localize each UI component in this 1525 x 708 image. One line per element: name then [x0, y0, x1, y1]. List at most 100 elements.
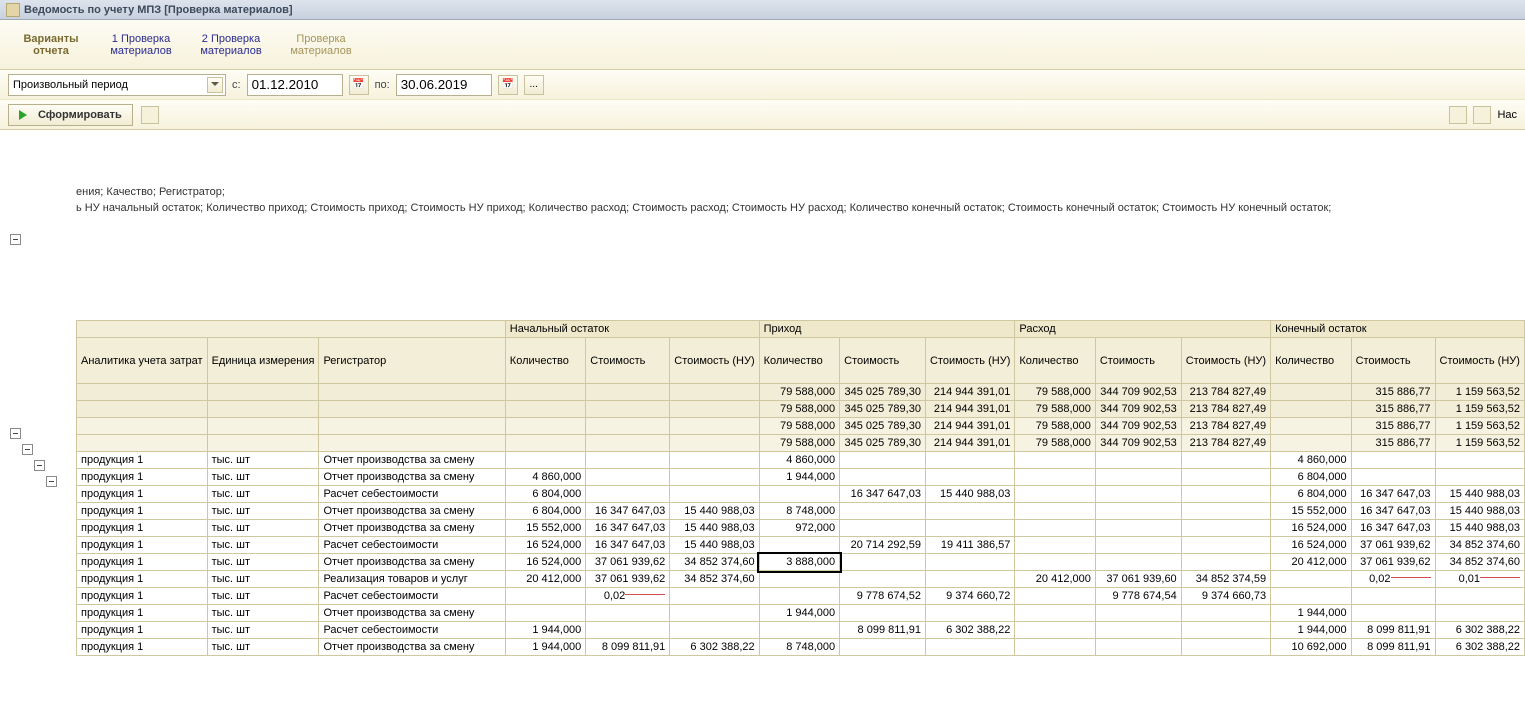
cell[interactable]: 20 412,000	[1271, 554, 1352, 571]
cell[interactable]: 37 061 939,60	[1095, 571, 1181, 588]
cell[interactable]: 79 588,000	[1015, 401, 1096, 418]
calendar-to-button[interactable]: 📅	[498, 75, 518, 95]
cell[interactable]: 16 347 647,03	[586, 537, 670, 554]
tree-collapse-4[interactable]	[34, 460, 45, 471]
cell[interactable]	[1181, 486, 1270, 503]
cell[interactable]: 79 588,000	[759, 384, 840, 401]
cell[interactable]: 8 748,000	[759, 503, 840, 520]
cell[interactable]	[586, 384, 670, 401]
cell[interactable]: 6 804,000	[1271, 469, 1352, 486]
cell[interactable]	[1435, 469, 1524, 486]
cell[interactable]	[759, 537, 840, 554]
cell[interactable]	[840, 639, 926, 656]
cell[interactable]	[670, 622, 759, 639]
cell[interactable]	[759, 622, 840, 639]
cell[interactable]	[1271, 435, 1352, 452]
cell[interactable]	[1015, 452, 1096, 469]
cell[interactable]: 214 944 391,01	[925, 384, 1014, 401]
cell[interactable]	[1435, 452, 1524, 469]
cell[interactable]: 6 804,000	[505, 486, 586, 503]
cell[interactable]: 15 440 988,03	[925, 486, 1014, 503]
cell[interactable]: 0,02	[1351, 571, 1435, 588]
toolbar-icon-1[interactable]	[1449, 106, 1467, 124]
table-row[interactable]: продукция 1тыс. штРеализация товаров и у…	[77, 571, 1525, 588]
cell[interactable]	[207, 384, 319, 401]
cell[interactable]: 1 159 563,52	[1435, 384, 1524, 401]
cell[interactable]: 315 886,77	[1351, 401, 1435, 418]
cell[interactable]: продукция 1	[77, 537, 208, 554]
cell[interactable]: 37 061 939,62	[586, 554, 670, 571]
tab-check-1[interactable]: 1 Проверка материалов	[96, 20, 186, 69]
cell[interactable]: 20 412,000	[1015, 571, 1096, 588]
cell[interactable]	[1095, 452, 1181, 469]
cell[interactable]: 345 025 789,30	[840, 418, 926, 435]
cell[interactable]: тыс. шт	[207, 452, 319, 469]
cell[interactable]	[586, 486, 670, 503]
cell[interactable]: продукция 1	[77, 622, 208, 639]
cell[interactable]	[1271, 418, 1352, 435]
cell[interactable]: 15 552,000	[505, 520, 586, 537]
cell[interactable]: 1 159 563,52	[1435, 401, 1524, 418]
cell[interactable]	[1181, 554, 1270, 571]
cell[interactable]: продукция 1	[77, 452, 208, 469]
cell[interactable]: 214 944 391,01	[925, 435, 1014, 452]
total-row[interactable]: 79 588,000345 025 789,30214 944 391,0179…	[77, 401, 1525, 418]
tab-check-2[interactable]: 2 Проверка материалов	[186, 20, 276, 69]
cell[interactable]: 15 440 988,03	[670, 503, 759, 520]
cell[interactable]	[1095, 605, 1181, 622]
cell[interactable]	[505, 605, 586, 622]
cell[interactable]	[1095, 537, 1181, 554]
cell[interactable]: 1 159 563,52	[1435, 418, 1524, 435]
date-to-input[interactable]	[396, 74, 492, 96]
cell[interactable]: 6 804,000	[1271, 486, 1352, 503]
cell[interactable]: тыс. шт	[207, 486, 319, 503]
cell[interactable]	[1095, 503, 1181, 520]
cell[interactable]	[319, 418, 505, 435]
cell[interactable]: 213 784 827,49	[1181, 384, 1270, 401]
cell[interactable]: 1 944,000	[505, 622, 586, 639]
cell[interactable]	[1095, 622, 1181, 639]
cell[interactable]: 16 347 647,03	[586, 503, 670, 520]
table-row[interactable]: продукция 1тыс. штОтчет производства за …	[77, 554, 1525, 571]
cell[interactable]	[505, 435, 586, 452]
cell[interactable]: 1 159 563,52	[1435, 435, 1524, 452]
cell[interactable]	[207, 401, 319, 418]
cell[interactable]: 79 588,000	[759, 435, 840, 452]
table-row[interactable]: продукция 1тыс. штОтчет производства за …	[77, 503, 1525, 520]
toolbar-icon-2[interactable]	[1473, 106, 1491, 124]
cell[interactable]	[670, 588, 759, 605]
tree-collapse-1[interactable]	[10, 234, 21, 245]
cell[interactable]: 15 440 988,03	[1435, 503, 1524, 520]
cell[interactable]: 344 709 902,53	[1095, 418, 1181, 435]
cell[interactable]	[319, 384, 505, 401]
cell[interactable]	[670, 452, 759, 469]
cell[interactable]: 34 852 374,60	[670, 554, 759, 571]
cell[interactable]: продукция 1	[77, 469, 208, 486]
calendar-from-button[interactable]: 📅	[349, 75, 369, 95]
cell[interactable]: 37 061 939,62	[1351, 537, 1435, 554]
cell[interactable]: продукция 1	[77, 554, 208, 571]
cell[interactable]	[670, 435, 759, 452]
cell[interactable]: 16 347 647,03	[840, 486, 926, 503]
cell[interactable]	[207, 435, 319, 452]
cell[interactable]	[759, 588, 840, 605]
cell[interactable]	[1181, 622, 1270, 639]
cell[interactable]: тыс. шт	[207, 588, 319, 605]
cell[interactable]: 79 588,000	[1015, 435, 1096, 452]
cell[interactable]	[77, 401, 208, 418]
period-type-combo[interactable]: Произвольный период	[8, 74, 226, 96]
cell[interactable]: Отчет производства за смену	[319, 520, 505, 537]
cell[interactable]: тыс. шт	[207, 554, 319, 571]
cell[interactable]	[925, 520, 1014, 537]
cell[interactable]	[840, 520, 926, 537]
cell[interactable]: 344 709 902,53	[1095, 435, 1181, 452]
table-row[interactable]: продукция 1тыс. штРасчет себестоимости0,…	[77, 588, 1525, 605]
cell[interactable]: 20 714 292,59	[840, 537, 926, 554]
cell[interactable]: 16 524,000	[1271, 520, 1352, 537]
cell[interactable]: 16 347 647,03	[586, 520, 670, 537]
cell[interactable]	[1351, 588, 1435, 605]
cell[interactable]	[670, 469, 759, 486]
cell[interactable]: 1 944,000	[1271, 622, 1352, 639]
cell[interactable]	[1181, 537, 1270, 554]
cell[interactable]	[207, 418, 319, 435]
